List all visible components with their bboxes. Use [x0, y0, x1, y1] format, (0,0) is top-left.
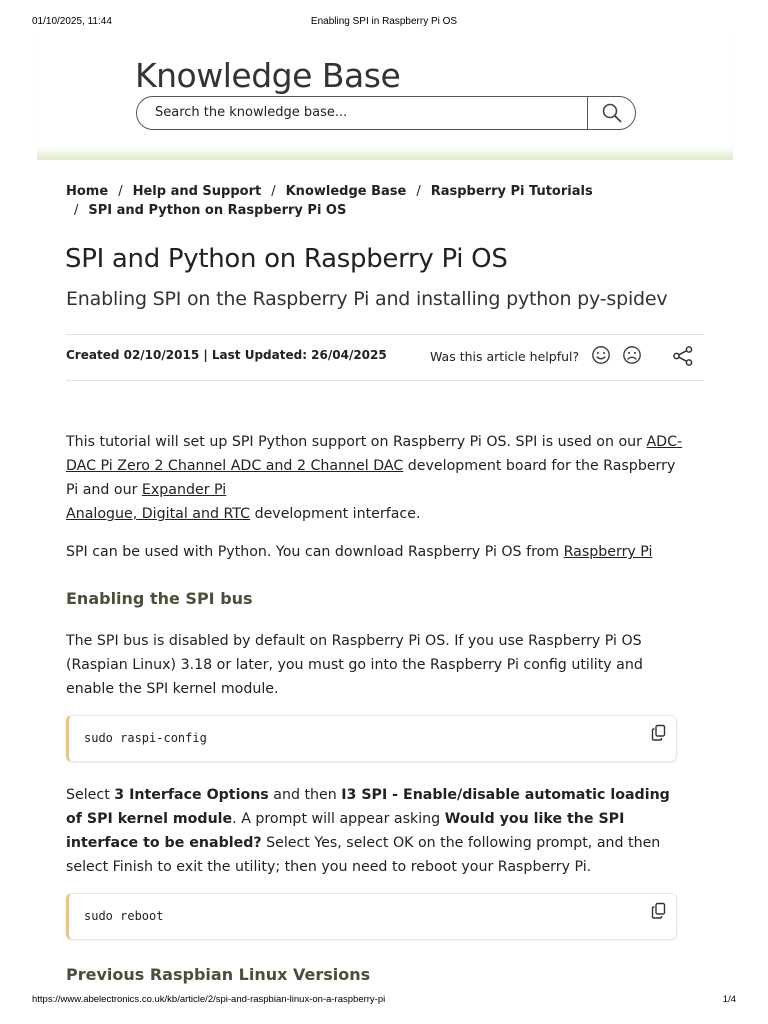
text: SPI can be used with Python. You can dow…: [66, 544, 564, 560]
breadcrumb-knowledge-base[interactable]: Knowledge Base: [286, 184, 407, 199]
print-footer: https://www.abelectronics.co.uk/kb/artic…: [32, 994, 736, 1008]
text: and then: [268, 787, 342, 803]
text: . A prompt will appear asking: [232, 811, 445, 827]
article-meta-bar: Created 02/10/2015 | Last Updated: 26/04…: [66, 334, 704, 381]
search-icon: [602, 103, 622, 123]
breadcrumb-separator: /: [74, 203, 79, 218]
helpful-label: Was this article helpful?: [430, 349, 580, 364]
share-button[interactable]: [672, 345, 694, 371]
code-text[interactable]: sudo reboot: [84, 909, 163, 923]
expander-pi-link[interactable]: Expander Pi: [142, 482, 226, 498]
intro-paragraph: This tutorial will set up SPI Python sup…: [66, 430, 686, 526]
search-button[interactable]: [589, 97, 635, 129]
print-url: https://www.abelectronics.co.uk/kb/artic…: [32, 994, 386, 1005]
copy-button[interactable]: [651, 724, 667, 746]
breadcrumb: Home / Help and Support / Knowledge Base / Ras…: [66, 182, 706, 220]
text: This tutorial will set up SPI Python sup…: [66, 434, 647, 450]
breadcrumb-raspberry-pi-tutorials[interactable]: Raspberry Pi Tutorials: [431, 184, 593, 199]
smile-icon: [592, 346, 610, 364]
breadcrumb-separator: /: [271, 184, 276, 199]
interface-options-paragraph: Select 3 Interface Options and then I3 S…: [66, 783, 686, 879]
print-page-number: 1/4: [722, 994, 736, 1005]
section-heading-enabling-spi: Enabling the SPI bus: [66, 589, 253, 608]
copy-icon: [651, 724, 666, 741]
print-page-title: Enabling SPI in Raspberry Pi OS: [310, 16, 458, 27]
breadcrumb-current-page: SPI and Python on Raspberry Pi OS: [88, 203, 347, 218]
helpful-yes-button[interactable]: [591, 345, 611, 369]
print-header: 01/10/2025, 11:44 Enabling SPI in Raspbe…: [32, 16, 736, 30]
copy-button[interactable]: [651, 902, 667, 924]
code-block-raspi-config: sudo raspi-config: [66, 715, 677, 762]
search-box: Search the knowledge base...: [136, 96, 636, 130]
breadcrumb-home[interactable]: Home: [66, 184, 108, 199]
article-dates: Created 02/10/2015 | Last Updated: 26/04…: [66, 348, 387, 362]
code-block-reboot: sudo reboot: [66, 893, 677, 940]
share-icon: [673, 346, 693, 366]
helpful-no-button[interactable]: [622, 345, 642, 369]
article-title: SPI and Python on Raspberry Pi OS: [65, 244, 508, 274]
bold-text: 3 Interface Options: [114, 787, 269, 803]
text: Select: [66, 787, 115, 803]
code-text[interactable]: sudo raspi-config: [84, 731, 207, 745]
breadcrumb-help-and-support[interactable]: Help and Support: [133, 184, 262, 199]
expander-pi-link-continued[interactable]: Analogue, Digital and RTC: [66, 506, 250, 522]
raspberry-pi-link[interactable]: Raspberry Pi: [564, 544, 653, 560]
text: development interface.: [250, 506, 421, 522]
knowledge-base-header: Knowledge Base Search the knowledge base…: [37, 36, 733, 160]
frown-icon: [623, 346, 641, 364]
breadcrumb-separator: /: [118, 184, 123, 199]
site-section-title: Knowledge Base: [135, 56, 401, 95]
breadcrumb-separator: /: [416, 184, 421, 199]
copy-icon: [651, 902, 666, 919]
search-input[interactable]: Search the knowledge base...: [155, 105, 347, 120]
article-subtitle: Enabling SPI on the Raspberry Pi and ins…: [66, 288, 668, 310]
spi-disabled-paragraph: The SPI bus is disabled by default on Ra…: [66, 633, 643, 697]
section-heading-previous-raspbian: Previous Raspbian Linux Versions: [66, 965, 371, 984]
download-paragraph: SPI can be used with Python. You can dow…: [66, 540, 686, 564]
